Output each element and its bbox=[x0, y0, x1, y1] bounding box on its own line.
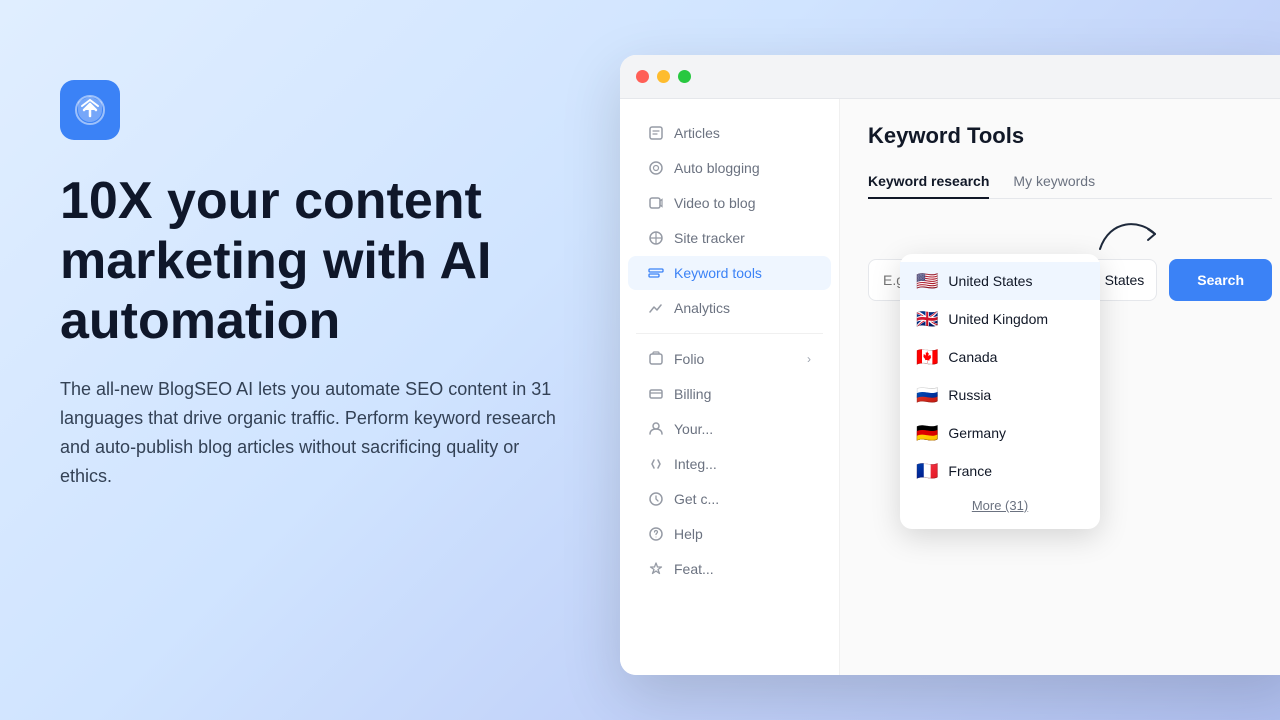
flag-ru: 🇷🇺 bbox=[916, 386, 938, 404]
hero-headline: 10X your content marketing with AI autom… bbox=[60, 172, 570, 351]
browser-titlebar bbox=[620, 55, 1280, 99]
dropdown-item-fr[interactable]: 🇫🇷 France bbox=[900, 452, 1100, 490]
left-panel: 10X your content marketing with AI autom… bbox=[0, 0, 630, 720]
minimize-button[interactable] bbox=[657, 70, 670, 83]
tab-my-keywords[interactable]: My keywords bbox=[1013, 165, 1095, 199]
country-ru-label: Russia bbox=[948, 387, 991, 403]
hero-subtext: The all-new BlogSEO AI lets you automate… bbox=[60, 375, 560, 490]
sidebar-item-keyword-tools[interactable]: Keyword tools bbox=[628, 256, 831, 290]
sidebar-item-features[interactable]: Feat... bbox=[628, 552, 831, 586]
get-icon bbox=[648, 491, 664, 507]
integrations-icon bbox=[648, 456, 664, 472]
dropdown-more[interactable]: More (31) bbox=[900, 490, 1100, 521]
your-icon bbox=[648, 421, 664, 437]
auto-blogging-icon bbox=[648, 160, 664, 176]
sidebar-item-articles[interactable]: Articles bbox=[628, 116, 831, 150]
sidebar-item-get[interactable]: Get c... bbox=[628, 482, 831, 516]
country-de-label: Germany bbox=[948, 425, 1006, 441]
browser-window: Articles Auto blogging Video to blog Sit… bbox=[620, 55, 1280, 675]
country-gb-label: United Kingdom bbox=[948, 311, 1048, 327]
flag-de: 🇩🇪 bbox=[916, 424, 938, 442]
country-dropdown: 🇺🇸 United States 🇬🇧 United Kingdom 🇨🇦 Ca… bbox=[900, 254, 1100, 529]
keyword-tools-icon bbox=[648, 265, 664, 281]
dropdown-item-us[interactable]: 🇺🇸 United States bbox=[900, 262, 1100, 300]
articles-icon bbox=[648, 125, 664, 141]
articles-label: Articles bbox=[674, 125, 720, 141]
sidebar-item-analytics[interactable]: Analytics bbox=[628, 291, 831, 325]
video-icon bbox=[648, 195, 664, 211]
your-label: Your... bbox=[674, 421, 713, 437]
billing-label: Billing bbox=[674, 386, 711, 402]
sidebar-item-billing[interactable]: Billing bbox=[628, 377, 831, 411]
analytics-label: Analytics bbox=[674, 300, 730, 316]
get-label: Get c... bbox=[674, 491, 719, 507]
dropdown-item-gb[interactable]: 🇬🇧 United Kingdom bbox=[900, 300, 1100, 338]
sidebar-divider bbox=[636, 333, 823, 334]
browser-content: Articles Auto blogging Video to blog Sit… bbox=[620, 99, 1280, 675]
arrow-svg bbox=[1090, 214, 1170, 264]
page-title: Keyword Tools bbox=[868, 123, 1272, 149]
folio-icon bbox=[648, 351, 664, 367]
logo-box bbox=[60, 80, 120, 140]
features-label: Feat... bbox=[674, 561, 714, 577]
tabs-container: Keyword research My keywords bbox=[868, 165, 1272, 199]
analytics-icon bbox=[648, 300, 664, 316]
folio-label: Folio bbox=[674, 351, 704, 367]
chevron-right-icon: › bbox=[807, 352, 811, 366]
sidebar-item-folio[interactable]: Folio › bbox=[628, 342, 831, 376]
country-fr-label: France bbox=[948, 463, 992, 479]
logo-icon bbox=[72, 92, 108, 128]
keyword-tools-label: Keyword tools bbox=[674, 265, 762, 281]
video-to-blog-label: Video to blog bbox=[674, 195, 755, 211]
country-us-label: United States bbox=[948, 273, 1032, 289]
main-content: Keyword Tools Keyword research My keywor… bbox=[840, 99, 1280, 675]
help-label: Help bbox=[674, 526, 703, 542]
site-tracker-label: Site tracker bbox=[674, 230, 745, 246]
sidebar-item-your[interactable]: Your... bbox=[628, 412, 831, 446]
integrations-label: Integ... bbox=[674, 456, 717, 472]
tab-keyword-research[interactable]: Keyword research bbox=[868, 165, 989, 199]
maximize-button[interactable] bbox=[678, 70, 691, 83]
help-icon bbox=[648, 526, 664, 542]
sidebar-item-help[interactable]: Help bbox=[628, 517, 831, 551]
dropdown-item-ru[interactable]: 🇷🇺 Russia bbox=[900, 376, 1100, 414]
arrow-annotation bbox=[1090, 214, 1170, 269]
auto-blogging-label: Auto blogging bbox=[674, 160, 760, 176]
site-tracker-icon bbox=[648, 230, 664, 246]
sidebar-item-site-tracker[interactable]: Site tracker bbox=[628, 221, 831, 255]
sidebar-item-video-to-blog[interactable]: Video to blog bbox=[628, 186, 831, 220]
flag-ca: 🇨🇦 bbox=[916, 348, 938, 366]
sidebar-item-integrations[interactable]: Integ... bbox=[628, 447, 831, 481]
sidebar: Articles Auto blogging Video to blog Sit… bbox=[620, 99, 840, 675]
flag-us: 🇺🇸 bbox=[916, 272, 938, 290]
sidebar-item-auto-blogging[interactable]: Auto blogging bbox=[628, 151, 831, 185]
search-button[interactable]: Search bbox=[1169, 259, 1272, 301]
dropdown-item-de[interactable]: 🇩🇪 Germany bbox=[900, 414, 1100, 452]
close-button[interactable] bbox=[636, 70, 649, 83]
features-icon bbox=[648, 561, 664, 577]
flag-gb: 🇬🇧 bbox=[916, 310, 938, 328]
billing-icon bbox=[648, 386, 664, 402]
flag-fr: 🇫🇷 bbox=[916, 462, 938, 480]
dropdown-item-ca[interactable]: 🇨🇦 Canada bbox=[900, 338, 1100, 376]
country-ca-label: Canada bbox=[948, 349, 997, 365]
logo-container bbox=[60, 80, 570, 140]
